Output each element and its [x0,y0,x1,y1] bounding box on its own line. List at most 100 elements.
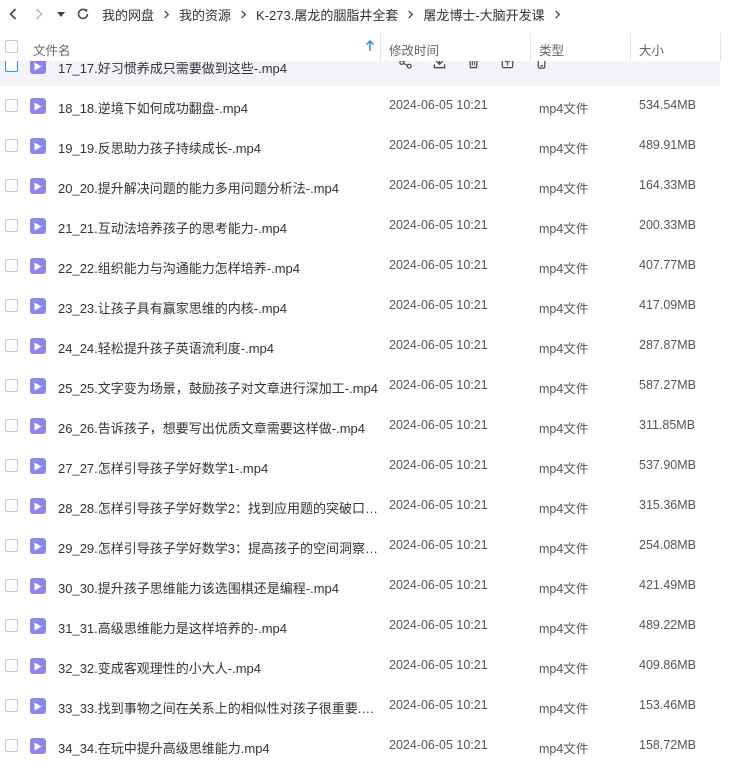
file-row[interactable]: 20_20.提升解决问题的能力多用问题分析法-.mp4 2024-06-05 10… [0,166,720,206]
breadcrumb-item[interactable]: K-273.屠龙的胭脂井全套 [256,5,398,24]
column-divider[interactable] [720,33,721,61]
file-name[interactable]: 20_20.提升解决问题的能力多用问题分析法-.mp4 [58,178,378,197]
file-name[interactable]: 34_34.在玩中提升高级思维能力.mp4 [58,738,378,757]
share-icon [398,61,412,69]
row-checkbox[interactable] [5,699,18,712]
file-size: 200.33MB [639,218,696,232]
caret-down-icon [57,12,65,17]
file-row[interactable]: 34_34.在玩中提升高级思维能力.mp4 2024-06-05 10:21 mp4… [0,726,720,766]
file-name[interactable]: 28_28.怎样引导孩子学好数学2：找到应用题的突破口需... [58,498,378,517]
video-file-icon [30,738,46,754]
file-name[interactable]: 33_33.找到事物之间在关系上的相似性对孩子很重要.mp4 [58,698,378,717]
back-button[interactable] [0,0,26,28]
video-file-icon [30,618,46,634]
breadcrumb-item[interactable]: 我的网盘 [102,5,154,24]
share-button[interactable] [388,61,422,72]
row-checkbox[interactable] [5,379,18,392]
row-checkbox[interactable] [5,539,18,552]
file-type: mp4文件 [539,502,589,516]
file-modified-date: 2024-06-05 10:21 [389,418,488,432]
column-divider[interactable] [380,33,381,61]
column-header-size[interactable]: 大小 [639,40,664,59]
video-file-icon [30,298,46,314]
file-name[interactable]: 31_31.高级思维能力是这样培养的-.mp4 [58,618,378,637]
row-checkbox[interactable] [5,419,18,432]
file-size: 164.33MB [639,178,696,192]
row-checkbox[interactable] [5,339,18,352]
row-checkbox[interactable] [5,179,18,192]
file-row[interactable]: 33_33.找到事物之间在关系上的相似性对孩子很重要.mp4 2024-06-05… [0,686,720,726]
file-row[interactable]: 27_27.怎样引导孩子学好数学1-.mp4 2024-06-05 10:21 mp… [0,446,720,486]
file-list-header: 文件名 修改时间 类型 大小 [0,33,735,61]
row-checkbox[interactable] [5,739,18,752]
file-name[interactable]: 25_25.文字变为场景，鼓励孩子对文章进行深加工-.mp4 [58,378,378,397]
refresh-button[interactable] [70,0,96,28]
column-header-type[interactable]: 类型 [539,40,564,59]
file-row[interactable]: 32_32.变成客观理性的小大人-.mp4 2024-06-05 10:21 mp4… [0,646,720,686]
file-name[interactable]: 24_24.轻松提升孩子英语流利度-.mp4 [58,338,378,357]
row-checkbox[interactable] [5,499,18,512]
file-name[interactable]: 23_23.让孩子具有赢家思维的内核-.mp4 [58,298,378,317]
file-name[interactable]: 29_29.怎样引导孩子学好数学3：提高孩子的空间洞察力-.... [58,538,378,557]
row-checkbox[interactable] [5,61,18,72]
file-name[interactable]: 22_22.组织能力与沟通能力怎样培养-.mp4 [58,258,378,277]
file-modified-date: 2024-06-05 10:21 [389,178,488,192]
row-checkbox[interactable] [5,459,18,472]
breadcrumb-item[interactable]: 屠龙博士-大脑开发课 [423,5,544,24]
file-name[interactable]: 26_26.告诉孩子，想要写出优质文章需要这样做-.mp4 [58,418,378,437]
file-row[interactable]: 29_29.怎样引导孩子学好数学3：提高孩子的空间洞察力-.... 2024-06… [0,526,720,566]
file-row[interactable]: 28_28.怎样引导孩子学好数学2：找到应用题的突破口需... 2024-06-0… [0,486,720,526]
file-type: mp4文件 [539,302,589,316]
file-row[interactable]: 22_22.组织能力与沟通能力怎样培养-.mp4 2024-06-05 10:21… [0,246,720,286]
column-header-name[interactable]: 文件名 [33,40,71,59]
file-type: mp4文件 [539,702,589,716]
file-name[interactable]: 27_27.怎样引导孩子学好数学1-.mp4 [58,458,378,477]
breadcrumb-item[interactable]: 我的资源 [179,5,231,24]
select-all-checkbox[interactable] [5,40,18,53]
breadcrumb-separator-icon [239,9,248,19]
move-icon [501,61,513,68]
row-checkbox[interactable] [5,619,18,632]
file-row[interactable]: 24_24.轻松提升孩子英语流利度-.mp4 2024-06-05 10:21 mp… [0,326,720,366]
file-name[interactable]: 21_21.互动法培养孩子的思考能力-.mp4 [58,218,378,237]
file-name[interactable]: 19_19.反思助力孩子持续成长-.mp4 [58,138,378,157]
file-name[interactable]: 30_30.提升孩子思维能力该选围棋还是编程-.mp4 [58,578,378,597]
file-row[interactable]: 17_17.好习惯养成只需要做到这些-.mp4 [0,61,720,86]
file-row[interactable]: 26_26.告诉孩子，想要写出优质文章需要这样做-.mp4 2024-06-05 … [0,406,720,446]
file-row[interactable]: 30_30.提升孩子思维能力该选围棋还是编程-.mp4 2024-06-05 10… [0,566,720,606]
column-header-modified[interactable]: 修改时间 [389,40,439,59]
download-button[interactable] [422,61,456,72]
move-button[interactable] [490,61,524,72]
file-row[interactable]: 25_25.文字变为场景，鼓励孩子对文章进行深加工-.mp4 2024-06-05… [0,366,720,406]
file-row[interactable]: 23_23.让孩子具有赢家思维的内核-.mp4 2024-06-05 10:21 m… [0,286,720,326]
delete-button[interactable] [456,61,490,72]
file-name[interactable]: 18_18.逆境下如何成功翻盘-.mp4 [58,98,378,117]
file-name[interactable]: 17_17.好习惯养成只需要做到这些-.mp4 [58,61,378,77]
file-row[interactable]: 19_19.反思助力孩子持续成长-.mp4 2024-06-05 10:21 mp4… [0,126,720,166]
refresh-icon [77,8,89,20]
more-button[interactable] [524,61,558,72]
forward-button[interactable] [26,0,52,28]
column-divider[interactable] [530,33,531,61]
sort-ascending-icon[interactable] [365,39,375,55]
history-dropdown-button[interactable] [52,0,70,28]
video-file-icon [30,658,46,674]
row-checkbox[interactable] [5,99,18,112]
row-checkbox[interactable] [5,259,18,272]
scrollbar[interactable] [723,61,735,780]
file-row[interactable]: 21_21.互动法培养孩子的思考能力-.mp4 2024-06-05 10:21 m… [0,206,720,246]
file-modified-date: 2024-06-05 10:21 [389,138,488,152]
navigation-bar: 我的网盘 我的资源 K-273.屠龙的胭脂井全套 屠龙博士-大脑开发课 [0,0,735,28]
row-checkbox[interactable] [5,579,18,592]
video-file-icon [30,578,46,594]
file-row[interactable]: 18_18.逆境下如何成功翻盘-.mp4 2024-06-05 10:21 mp4文… [0,86,720,126]
video-file-icon [30,498,46,514]
file-type: mp4文件 [539,462,589,476]
row-checkbox[interactable] [5,219,18,232]
file-row[interactable]: 31_31.高级思维能力是这样培养的-.mp4 2024-06-05 10:21 m… [0,606,720,646]
row-checkbox[interactable] [5,139,18,152]
column-divider[interactable] [630,33,631,61]
row-checkbox[interactable] [5,299,18,312]
file-name[interactable]: 32_32.变成客观理性的小大人-.mp4 [58,658,378,677]
row-checkbox[interactable] [5,659,18,672]
